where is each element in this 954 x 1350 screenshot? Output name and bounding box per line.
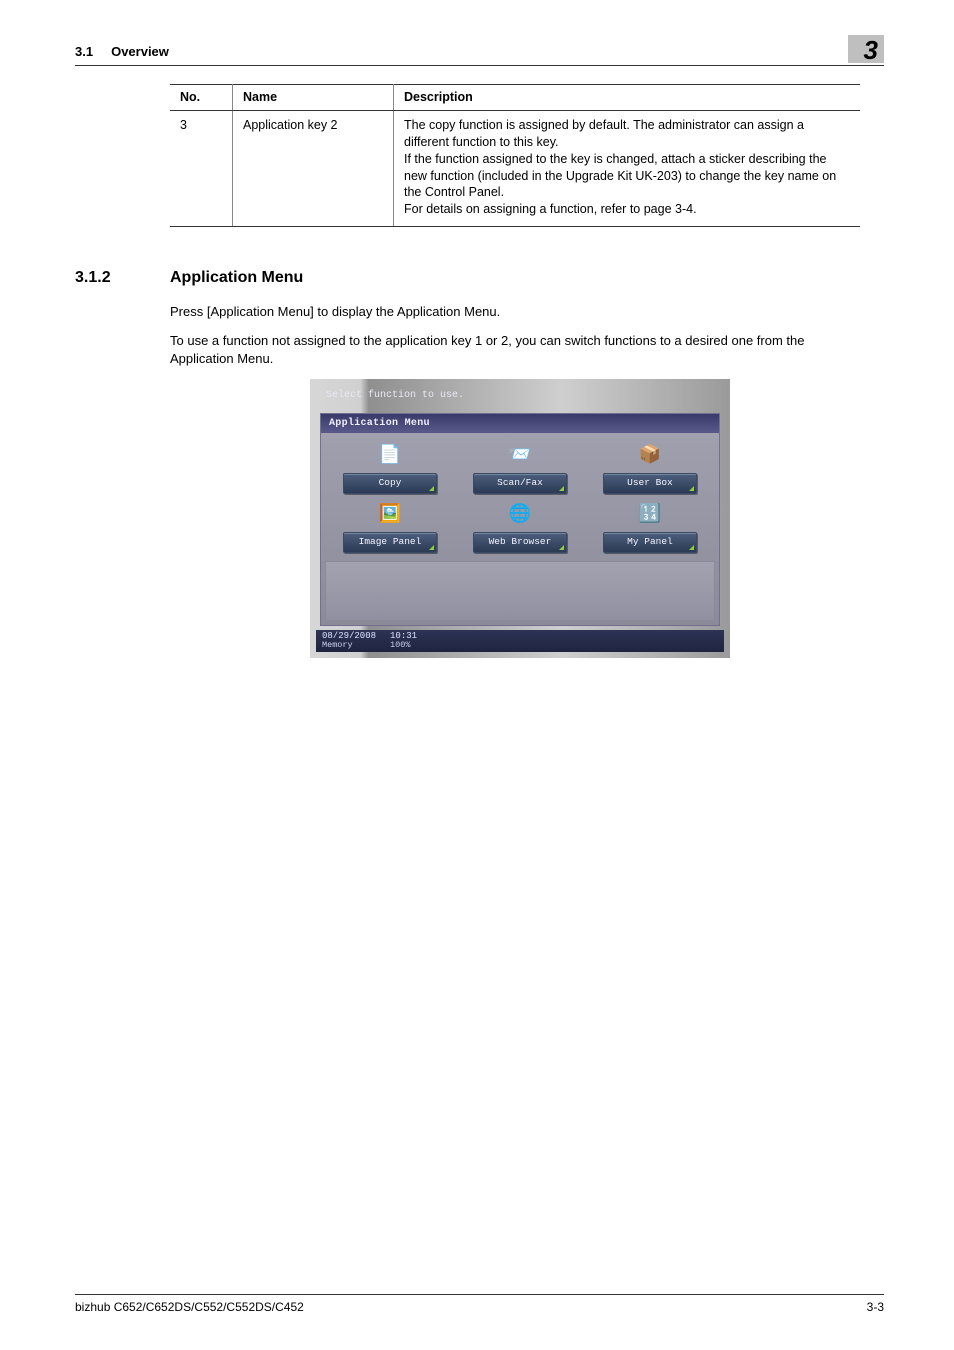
table-cell-no: 3 — [170, 110, 233, 226]
table-header-row: No. Name Description — [170, 85, 860, 111]
table-cell-name: Application key 2 — [233, 110, 394, 226]
table-header-name: Name — [233, 85, 394, 111]
device-status-time-mem: 10:31 100% — [390, 632, 417, 650]
section-heading: 3.1.2 Application Menu — [75, 267, 884, 289]
menu-item-copy[interactable]: Copy — [343, 473, 437, 494]
copy-icon: 📄 — [375, 443, 405, 469]
page-footer: bizhub C652/C652DS/C552/C552DS/C452 3-3 — [75, 1294, 884, 1315]
running-header-secno: 3.1 — [75, 44, 93, 59]
footer-model: bizhub C652/C652DS/C552/C552DS/C452 — [75, 1299, 304, 1315]
section-number: 3.1.2 — [75, 267, 170, 289]
footer-page-number: 3-3 — [867, 1299, 884, 1315]
body-paragraph: To use a function not assigned to the ap… — [170, 332, 870, 367]
table-header-no: No. — [170, 85, 233, 111]
chapter-badge: 3 — [848, 35, 884, 63]
device-blank-area — [325, 561, 715, 621]
running-header-left: 3.1 Overview — [75, 35, 169, 61]
page-header: 3.1 Overview 3 — [75, 35, 884, 66]
scan-fax-icon: 📨 — [505, 443, 535, 469]
menu-item-image-panel[interactable]: Image Panel — [343, 532, 437, 553]
user-box-icon: 📦 — [635, 443, 665, 469]
body-paragraph: Press [Application Menu] to display the … — [170, 303, 870, 321]
menu-item-scan-fax[interactable]: Scan/Fax — [473, 473, 567, 494]
device-menu-grid: 📄 Copy 📨 Scan/Fax 📦 User Box 🖼️ — [321, 433, 719, 561]
table-header-desc: Description — [394, 85, 861, 111]
device-app-frame: Application Menu 📄 Copy 📨 Scan/Fax 📦 — [320, 413, 720, 626]
menu-item-web-browser[interactable]: Web Browser — [473, 532, 567, 553]
table-row: 3 Application key 2 The copy function is… — [170, 110, 860, 226]
device-status-bar: 08/29/2008 Memory 10:31 100% — [316, 630, 724, 652]
web-browser-icon: 🌐 — [505, 502, 535, 528]
menu-item-user-box[interactable]: User Box — [603, 473, 697, 494]
section-title: Application Menu — [170, 267, 303, 289]
device-hint-text: Select function to use. — [316, 387, 724, 409]
running-header-title: Overview — [111, 44, 169, 59]
device-panel-title: Application Menu — [321, 414, 719, 434]
table-cell-desc: The copy function is assigned by default… — [394, 110, 861, 226]
device-status-memlabel: Memory — [322, 641, 376, 650]
device-screenshot: Select function to use. Application Menu… — [310, 379, 730, 658]
menu-item-my-panel[interactable]: My Panel — [603, 532, 697, 553]
my-panel-icon: 🔢 — [635, 502, 665, 528]
device-status-datetime: 08/29/2008 Memory — [322, 632, 376, 650]
image-panel-icon: 🖼️ — [375, 502, 405, 528]
device-status-memvalue: 100% — [390, 641, 417, 650]
key-description-table: No. Name Description 3 Application key 2… — [170, 84, 860, 227]
